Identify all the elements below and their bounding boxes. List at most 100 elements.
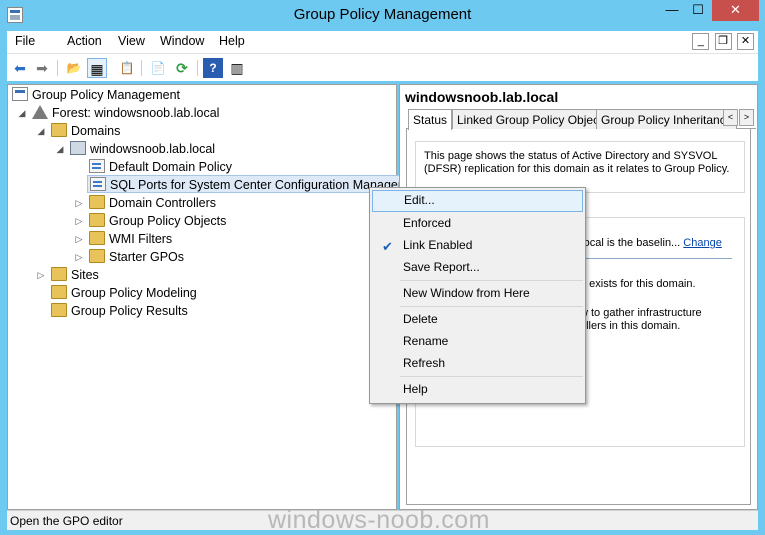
collapsed-arrow-icon[interactable]: ▷: [73, 212, 85, 230]
tab-gp-inheritance[interactable]: Group Policy Inheritance: [596, 109, 738, 129]
gather-text-1: w to gather infrastructure: [580, 307, 702, 319]
tree-label: SQL Ports for System Center Configuratio…: [110, 178, 403, 192]
tree-item-results[interactable]: Group Policy Results: [51, 302, 188, 320]
toolbar-separator: [197, 60, 198, 76]
menu-bar: File Action View Window Help _ ❐ ✕: [7, 31, 758, 53]
sites-folder-icon: [51, 267, 67, 281]
ctx-delete[interactable]: Delete: [372, 309, 583, 331]
toolbar-separator: [57, 60, 58, 76]
mdi-controls: _ ❐ ✕: [690, 33, 754, 50]
tree-item-starter-gpos[interactable]: ▷ Starter GPOs: [76, 248, 185, 266]
baseline-text: b.local is the baselin... Change: [572, 237, 722, 250]
tree-item-domain-controllers[interactable]: ▷ Domain Controllers: [76, 194, 216, 212]
ctx-rename[interactable]: Rename: [372, 331, 583, 353]
menu-action[interactable]: Action: [67, 34, 102, 48]
mdi-minimize-button[interactable]: _: [692, 33, 710, 50]
title-bar: Group Policy Management — ☐ ✕: [0, 0, 765, 31]
status-description: This page shows the status of Active Dir…: [415, 141, 745, 193]
clipboard-icon[interactable]: 📋: [117, 58, 137, 78]
minimize-button[interactable]: —: [659, 0, 685, 21]
expanded-arrow-icon[interactable]: ◢: [54, 140, 66, 158]
details-tabs: Status Linked Group Policy Objects Group…: [406, 109, 756, 130]
mdi-close-button[interactable]: ✕: [737, 33, 754, 50]
back-arrow-icon[interactable]: ⬅: [10, 58, 30, 78]
gather-text-2: ollers in this domain.: [580, 320, 681, 332]
tree-label: WMI Filters: [109, 232, 173, 246]
menu-help[interactable]: Help: [219, 34, 245, 48]
check-icon: ✔: [382, 239, 393, 254]
menu-window[interactable]: Window: [160, 34, 204, 48]
starter-folder-icon: [89, 249, 105, 263]
tree-label: Default Domain Policy: [109, 160, 232, 174]
exists-text: n exists for this domain.: [580, 278, 696, 290]
tab-status[interactable]: Status: [408, 109, 453, 130]
show-hide-tree-icon[interactable]: ▦: [87, 58, 107, 78]
tree-item-sql-ports-gpo[interactable]: SQL Ports for System Center Configuratio…: [87, 175, 407, 193]
tree-item-group-policy-objects[interactable]: ▷ Group Policy Objects: [76, 212, 227, 230]
collapsed-arrow-icon[interactable]: ▷: [73, 248, 85, 266]
up-folder-icon[interactable]: 📂: [64, 58, 84, 78]
tree-item-sites[interactable]: ▷ Sites: [38, 266, 99, 284]
tree-label: Group Policy Modeling: [71, 286, 197, 300]
tree-label: Group Policy Objects: [109, 214, 227, 228]
tree-label: Domains: [71, 124, 121, 138]
tree-item-modeling[interactable]: Group Policy Modeling: [51, 284, 197, 302]
ctx-link-enabled[interactable]: ✔ Link Enabled: [372, 235, 583, 257]
console-tree: Group Policy Management ◢ Forest: window…: [7, 84, 407, 510]
tree-item-root[interactable]: Group Policy Management: [12, 86, 180, 104]
ctx-refresh[interactable]: Refresh: [372, 353, 583, 375]
domain-icon: [70, 141, 86, 155]
change-link[interactable]: Change: [683, 237, 722, 249]
ctx-edit[interactable]: Edit...: [372, 190, 583, 212]
tree-label: Domain Controllers: [109, 196, 216, 210]
collapsed-arrow-icon[interactable]: ▷: [35, 266, 47, 284]
watermark: windows-noob.com: [268, 506, 490, 534]
ctx-new-window[interactable]: New Window from Here: [372, 283, 583, 305]
tree-item-domains[interactable]: ◢ Domains: [38, 122, 121, 140]
maximize-button[interactable]: ☐: [685, 0, 711, 21]
tree-item-forest[interactable]: ◢ Forest: windowsnoob.lab.local: [19, 104, 219, 122]
menu-file[interactable]: File: [15, 34, 35, 48]
ou-folder-icon: [89, 195, 105, 209]
gpm-icon: [12, 87, 28, 101]
domains-folder-icon: [51, 123, 67, 137]
tree-item-wmi-filters[interactable]: ▷ WMI Filters: [76, 230, 173, 248]
ctx-enforced[interactable]: Enforced: [372, 213, 583, 235]
ctx-label: Link Enabled: [403, 238, 473, 252]
toolbar-separator: [141, 60, 142, 76]
ctx-save-report[interactable]: Save Report...: [372, 257, 583, 279]
wmi-folder-icon: [89, 231, 105, 245]
details-title: windowsnoob.lab.local: [405, 89, 559, 105]
tree-label: Sites: [71, 268, 99, 282]
expanded-arrow-icon[interactable]: ◢: [16, 104, 28, 122]
baseline-fragment: b.local is the baselin...: [572, 237, 681, 249]
tab-scroll-left-button[interactable]: <: [723, 109, 738, 126]
toolbar: ⬅ ➡ 📂 ▦ 📋 📄 ⟳ ? ▥: [7, 53, 758, 81]
expanded-arrow-icon[interactable]: ◢: [35, 122, 47, 140]
results-folder-icon: [51, 303, 67, 317]
tree-label: Group Policy Results: [71, 304, 188, 318]
window-title: Group Policy Management: [293, 6, 472, 23]
tree-item-domain[interactable]: ◢ windowsnoob.lab.local: [57, 140, 216, 158]
ctx-separator: [400, 306, 583, 307]
collapsed-arrow-icon[interactable]: ▷: [73, 194, 85, 212]
app-window: Group Policy Management — ☐ ✕ File Actio…: [0, 0, 765, 535]
menu-view[interactable]: View: [118, 34, 145, 48]
tree-item-default-domain-policy[interactable]: Default Domain Policy: [89, 158, 232, 176]
help-icon[interactable]: ?: [203, 58, 223, 78]
ctx-separator: [400, 280, 583, 281]
refresh-icon[interactable]: ⟳: [172, 58, 192, 78]
forward-arrow-icon[interactable]: ➡: [32, 58, 52, 78]
tab-linked-gpos[interactable]: Linked Group Policy Objects: [452, 109, 614, 129]
tree-label: windowsnoob.lab.local: [90, 142, 216, 156]
forest-icon: [32, 105, 48, 119]
ctx-help[interactable]: Help: [372, 379, 583, 401]
tree-label: Starter GPOs: [109, 250, 185, 264]
show-action-pane-icon[interactable]: ▥: [227, 58, 247, 78]
export-list-icon[interactable]: 📄: [148, 58, 168, 78]
close-button[interactable]: ✕: [712, 0, 759, 21]
mdi-restore-button[interactable]: ❐: [714, 33, 732, 50]
collapsed-arrow-icon[interactable]: ▷: [73, 230, 85, 248]
status-text: Open the GPO editor: [10, 514, 123, 528]
tab-scroll-right-button[interactable]: >: [739, 109, 754, 126]
